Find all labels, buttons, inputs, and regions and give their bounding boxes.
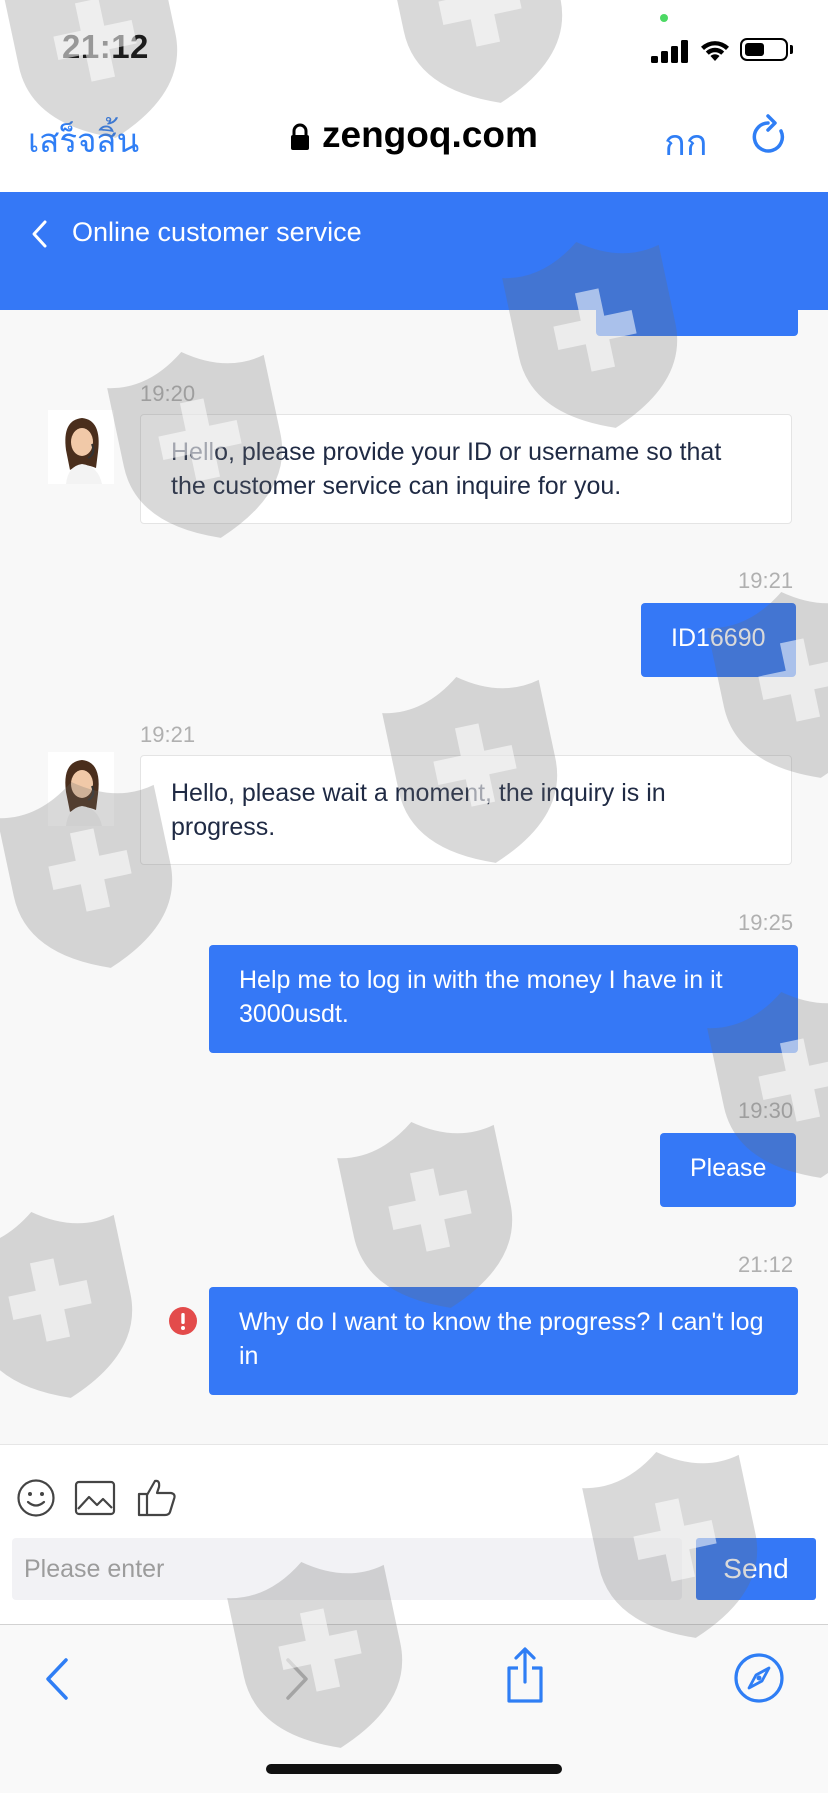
send-failed-icon[interactable]: [169, 1307, 197, 1335]
message-timestamp: 19:21: [140, 722, 196, 747]
forward-icon[interactable]: [282, 1656, 312, 1702]
url-domain[interactable]: zengoq.com: [322, 114, 538, 156]
message-timestamp: 19:25: [738, 910, 794, 935]
thumbs-up-icon[interactable]: [136, 1476, 178, 1518]
message-timestamp: 21:12: [738, 1252, 794, 1277]
cellular-signal-icon: [651, 39, 691, 63]
page-title: Online customer service: [72, 217, 362, 247]
outgoing-message-bubble: ID16690: [641, 603, 796, 677]
message-timestamp: 19:21: [738, 568, 794, 593]
outgoing-message-bubble: Help me to log in with the money I have …: [209, 945, 798, 1053]
reload-icon[interactable]: [748, 113, 788, 157]
status-time: 21:12: [62, 28, 149, 65]
send-button[interactable]: Send: [696, 1538, 816, 1600]
compass-icon[interactable]: [733, 1652, 785, 1704]
message-input[interactable]: [12, 1538, 682, 1600]
lock-icon: [291, 123, 309, 150]
incoming-message-bubble: Hello, please wait a moment, the inquiry…: [140, 755, 792, 865]
message-timestamp: 19:20: [140, 381, 196, 406]
agent-avatar-image: [48, 410, 114, 484]
done-button[interactable]: เสร็จสิ้น: [28, 114, 139, 167]
outgoing-message-bubble: Why do I want to know the progress? I ca…: [209, 1287, 798, 1395]
battery-level: [745, 43, 764, 56]
back-icon[interactable]: [42, 1656, 72, 1702]
back-chevron-icon[interactable]: [30, 218, 50, 250]
agent-avatar: [48, 410, 114, 484]
home-indicator: [266, 1764, 562, 1774]
message-timestamp: 19:30: [738, 1098, 794, 1123]
battery-cap: [790, 45, 793, 54]
agent-avatar-image: [48, 752, 114, 826]
wifi-icon: [701, 41, 729, 61]
camera-indicator-dot: [660, 14, 668, 22]
smiley-icon[interactable]: [16, 1478, 56, 1518]
image-icon[interactable]: [74, 1479, 116, 1517]
incoming-message-bubble: Hello, please provide your ID or usernam…: [140, 414, 792, 524]
agent-avatar: [48, 752, 114, 826]
outgoing-message-bubble: Please: [660, 1133, 797, 1207]
previous-message-bubble-partial: [596, 292, 798, 336]
watermark-shield: [0, 1195, 150, 1415]
text-size-button[interactable]: กก: [664, 114, 708, 171]
share-icon[interactable]: [504, 1646, 546, 1704]
